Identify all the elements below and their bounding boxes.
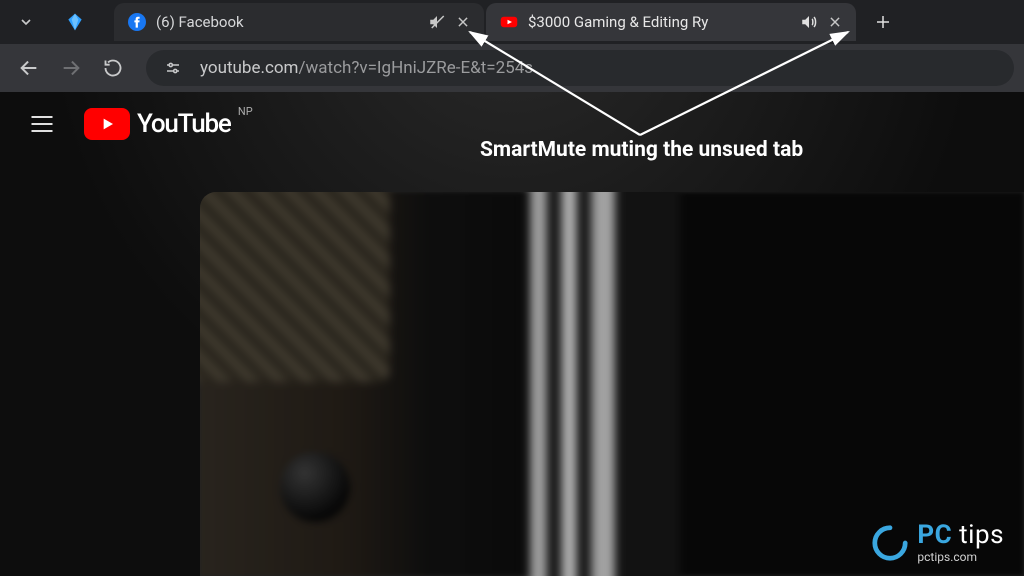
- watermark-swoosh-icon: [871, 524, 909, 562]
- video-thumbnail-mock: [200, 192, 1024, 576]
- youtube-logo-mark: [84, 108, 130, 140]
- close-tab-button[interactable]: [824, 15, 846, 29]
- url-path: /watch?v=IgHniJZRe-E&t=254s: [298, 58, 533, 78]
- watermark-site: pctips.com: [917, 550, 1004, 564]
- youtube-logo[interactable]: YouTube NP: [84, 108, 231, 140]
- search-tabs-button[interactable]: [12, 8, 40, 36]
- gem-icon: [64, 11, 86, 33]
- forward-button[interactable]: [52, 49, 90, 87]
- watermark-brand: PC tips: [917, 522, 1004, 548]
- hamburger-icon: [28, 110, 56, 138]
- close-icon: [456, 15, 470, 29]
- new-tab-button[interactable]: [866, 5, 900, 39]
- video-player[interactable]: [200, 192, 1024, 576]
- tab-title: $3000 Gaming & Editing Ry: [528, 13, 792, 31]
- page-content: YouTube NP: [0, 92, 1024, 576]
- play-icon: [99, 116, 115, 132]
- watermark-brand-pc: PC: [917, 520, 952, 550]
- browser-tab[interactable]: (6) Facebook: [114, 3, 484, 41]
- facebook-icon: [128, 13, 146, 31]
- mute-icon[interactable]: [426, 13, 448, 31]
- close-tab-button[interactable]: [452, 15, 474, 29]
- arrow-left-icon: [18, 57, 40, 79]
- watermark-brand-tips: tips: [959, 520, 1004, 550]
- back-button[interactable]: [10, 49, 48, 87]
- reload-button[interactable]: [94, 49, 132, 87]
- url-host: youtube.com: [200, 58, 298, 78]
- site-settings-button[interactable]: [160, 55, 186, 81]
- close-icon: [828, 15, 842, 29]
- annotation-text: SmartMute muting the unsued tab: [480, 138, 803, 162]
- browser-toolbar: youtube.com/watch?v=IgHniJZRe-E&t=254s: [0, 44, 1024, 92]
- menu-button[interactable]: [20, 102, 64, 146]
- arrow-right-icon: [60, 57, 82, 79]
- browser-tab[interactable]: $3000 Gaming & Editing Ry: [486, 3, 856, 41]
- youtube-country-code: NP: [238, 105, 253, 118]
- tune-icon: [164, 59, 182, 77]
- youtube-logo-text: YouTube: [137, 109, 231, 139]
- tab-title: (6) Facebook: [156, 13, 420, 31]
- tab-strip: (6) Facebook $3000 Gaming & Editing Ry: [0, 0, 1024, 44]
- chevron-down-icon: [18, 14, 34, 30]
- url-text: youtube.com/watch?v=IgHniJZRe-E&t=254s: [200, 58, 533, 78]
- reload-icon: [103, 58, 123, 78]
- plus-icon: [874, 13, 892, 31]
- watermark: PC tips pctips.com: [871, 522, 1004, 564]
- youtube-icon: [500, 13, 518, 31]
- address-bar[interactable]: youtube.com/watch?v=IgHniJZRe-E&t=254s: [146, 50, 1014, 86]
- speaker-icon[interactable]: [798, 13, 820, 31]
